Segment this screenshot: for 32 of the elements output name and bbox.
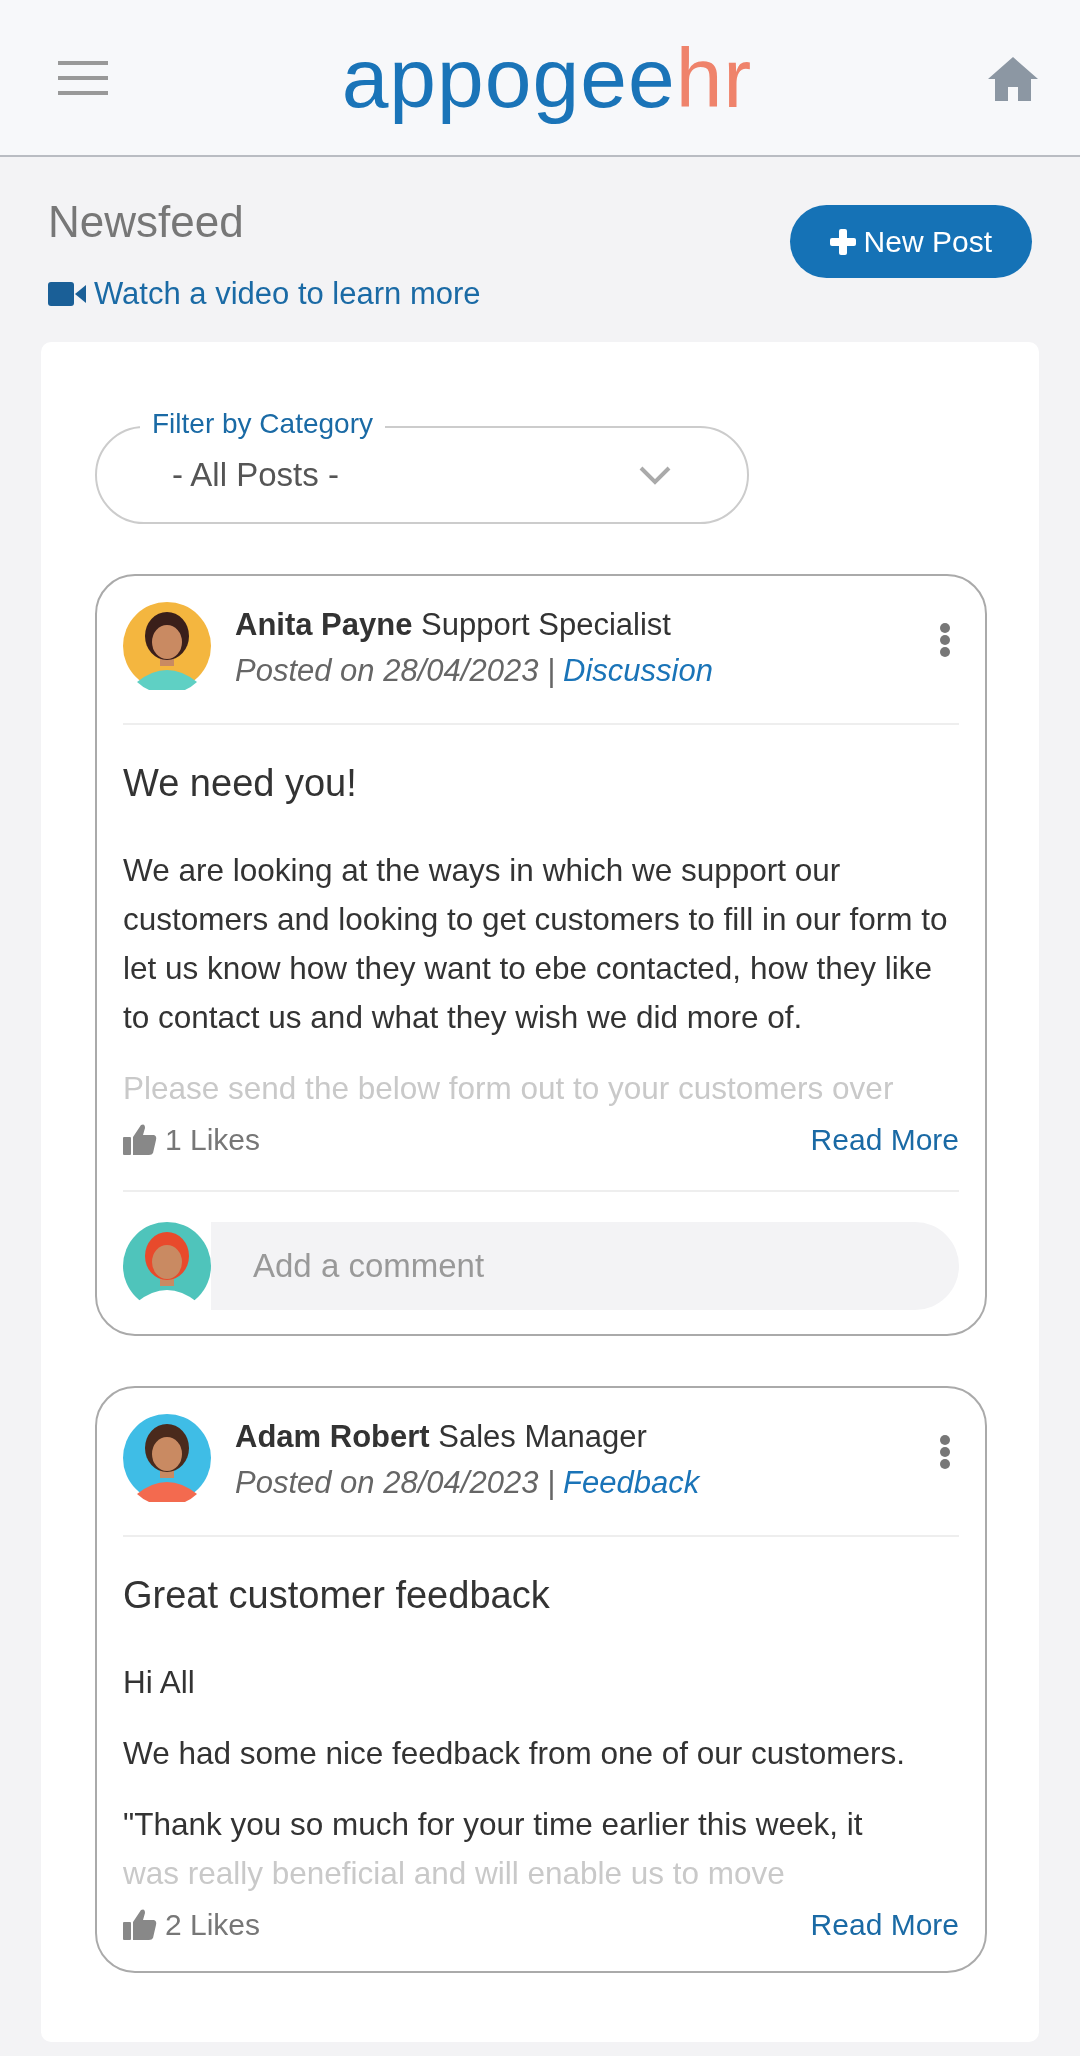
category-link[interactable]: Discussion [563,648,713,695]
comment-field[interactable]: Add a comment [211,1221,959,1310]
post-date: Posted on 28/04/2023 | [235,652,556,691]
read-more-link[interactable]: Read More [810,1901,959,1947]
post-text: "Thank you so much for your time earlier this week, it [123,1804,864,1844]
read-more-link[interactable]: Read More [810,1116,959,1162]
likes-count: 2 Likes [165,1906,261,1943]
post-title: Great customer feedback [123,1572,551,1618]
category-link[interactable]: Feedback [563,1460,700,1507]
more-icon [939,1433,951,1470]
post-title: We need you! [123,760,358,806]
more-icon [939,621,951,658]
page-title: Newsfeed [48,196,245,248]
new-post-button[interactable]: New Post [789,205,1032,278]
avatar-icon [123,1413,211,1502]
author-line: Adam Robert Sales Manager [235,1417,648,1456]
avatar-icon [123,601,211,690]
chevron-down-icon [638,464,672,485]
post-text: We had some nice feedback from one of our customers. [123,1733,907,1773]
thumbs-up-icon[interactable] [123,1908,157,1941]
thumbs-up-icon[interactable] [123,1123,157,1156]
video-camera-icon [48,282,86,307]
video-link[interactable]: Watch a video to learn more [48,271,481,318]
avatar-icon [123,1221,211,1310]
post-date: Posted on 28/04/2023 | [235,1464,556,1503]
menu-icon[interactable] [58,60,108,95]
post-text: Hi All [123,1662,196,1702]
plus-icon [829,228,856,255]
home-icon[interactable] [986,54,1040,101]
likes-count: 1 Likes [165,1121,261,1158]
post-text: We are looking at the ways in which we support our customers and looking to get customers to fill in our form to let us know how they want to ebe contacted, how they like to contact us and what they wish we did more of. [123,850,949,1037]
author-line: Anita Payne Support Specialist [235,605,672,644]
